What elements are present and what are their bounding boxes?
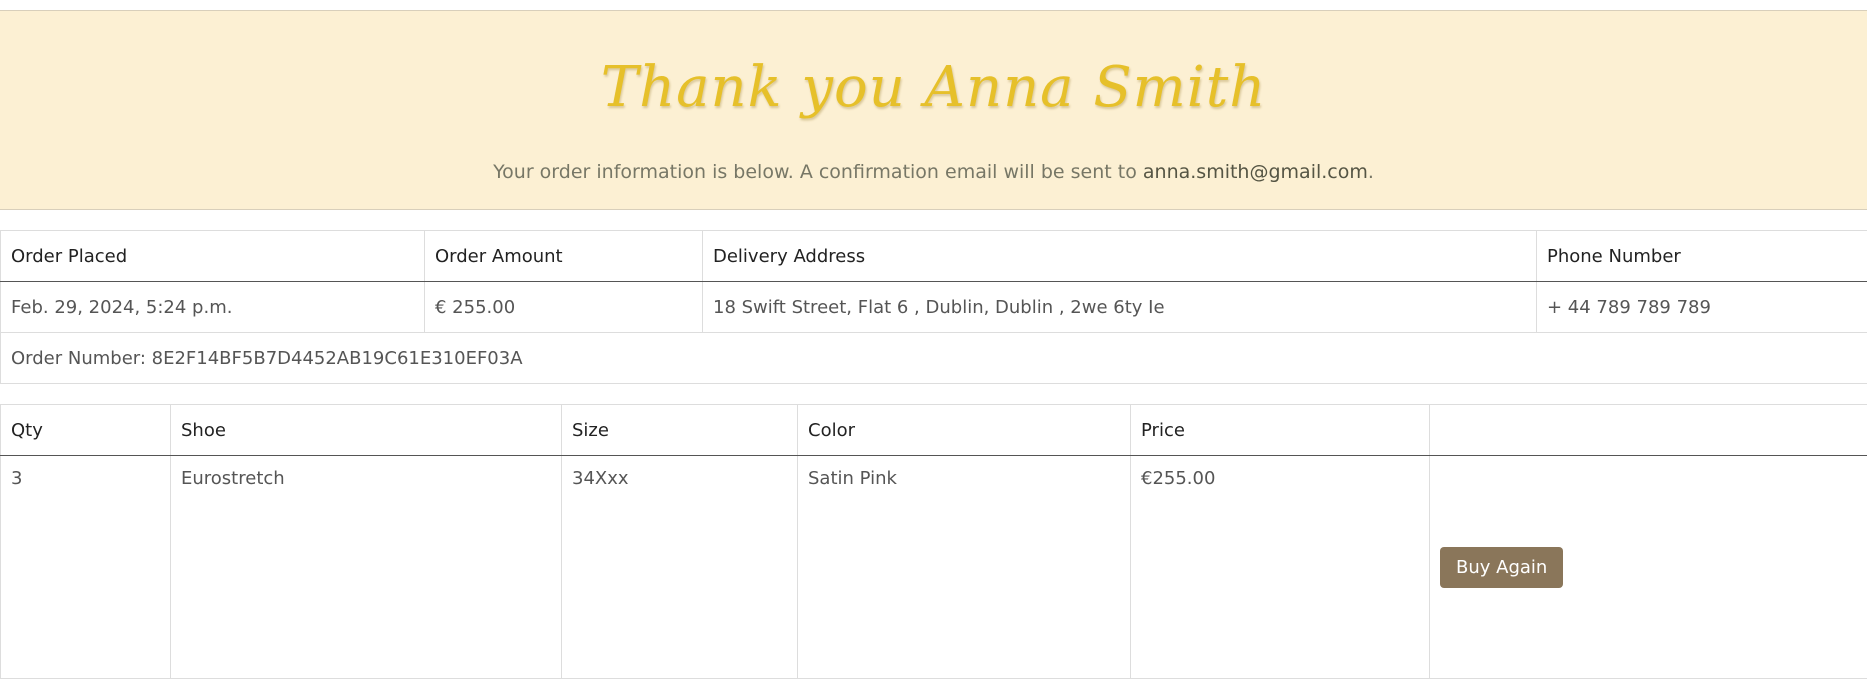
order-amount-value: € 255.00 [425,282,703,333]
order-placed-value: Feb. 29, 2024, 5:24 p.m. [1,282,425,333]
item-shoe: Eurostretch [171,456,562,679]
phone-number-value: + 44 789 789 789 [1537,282,1867,333]
confirmation-message: Your order information is below. A confi… [0,161,1867,183]
items-header-row: Qty Shoe Size Color Price [1,405,1867,456]
customer-email: anna.smith@gmail.com [1143,161,1368,183]
header-color: Color [798,405,1131,456]
item-actions: Buy Again [1430,456,1867,679]
order-number-row: Order Number: 8E2F14BF5B7D4452AB19C61E31… [1,333,1867,384]
header-phone-number: Phone Number [1537,231,1867,282]
confirmation-message-end: . [1368,161,1374,183]
header-order-placed: Order Placed [1,231,425,282]
header-size: Size [562,405,798,456]
order-number: Order Number: 8E2F14BF5B7D4452AB19C61E31… [1,333,1867,384]
item-qty: 3 [1,456,171,679]
header-qty: Qty [1,405,171,456]
confirmation-message-text: Your order information is below. A confi… [493,161,1143,183]
thank-you-banner: Thank you Anna Smith Your order informat… [0,10,1867,210]
header-delivery-address: Delivery Address [703,231,1537,282]
item-price: €255.00 [1131,456,1430,679]
buy-again-button[interactable]: Buy Again [1440,547,1563,588]
header-price: Price [1131,405,1430,456]
order-details-row: Feb. 29, 2024, 5:24 p.m. € 255.00 18 Swi… [1,282,1867,333]
delivery-address-value: 18 Swift Street, Flat 6 , Dublin, Dublin… [703,282,1537,333]
header-actions [1430,405,1867,456]
header-order-amount: Order Amount [425,231,703,282]
table-row: 3 Eurostretch 34Xxx Satin Pink €255.00 B… [1,456,1867,679]
page-title: Thank you Anna Smith [0,55,1867,120]
order-summary-table: Order Placed Order Amount Delivery Addre… [0,230,1867,384]
order-header-row: Order Placed Order Amount Delivery Addre… [1,231,1867,282]
order-items-table: Qty Shoe Size Color Price 3 Eurostretch … [0,404,1867,679]
item-color: Satin Pink [798,456,1131,679]
header-shoe: Shoe [171,405,562,456]
item-size: 34Xxx [562,456,798,679]
